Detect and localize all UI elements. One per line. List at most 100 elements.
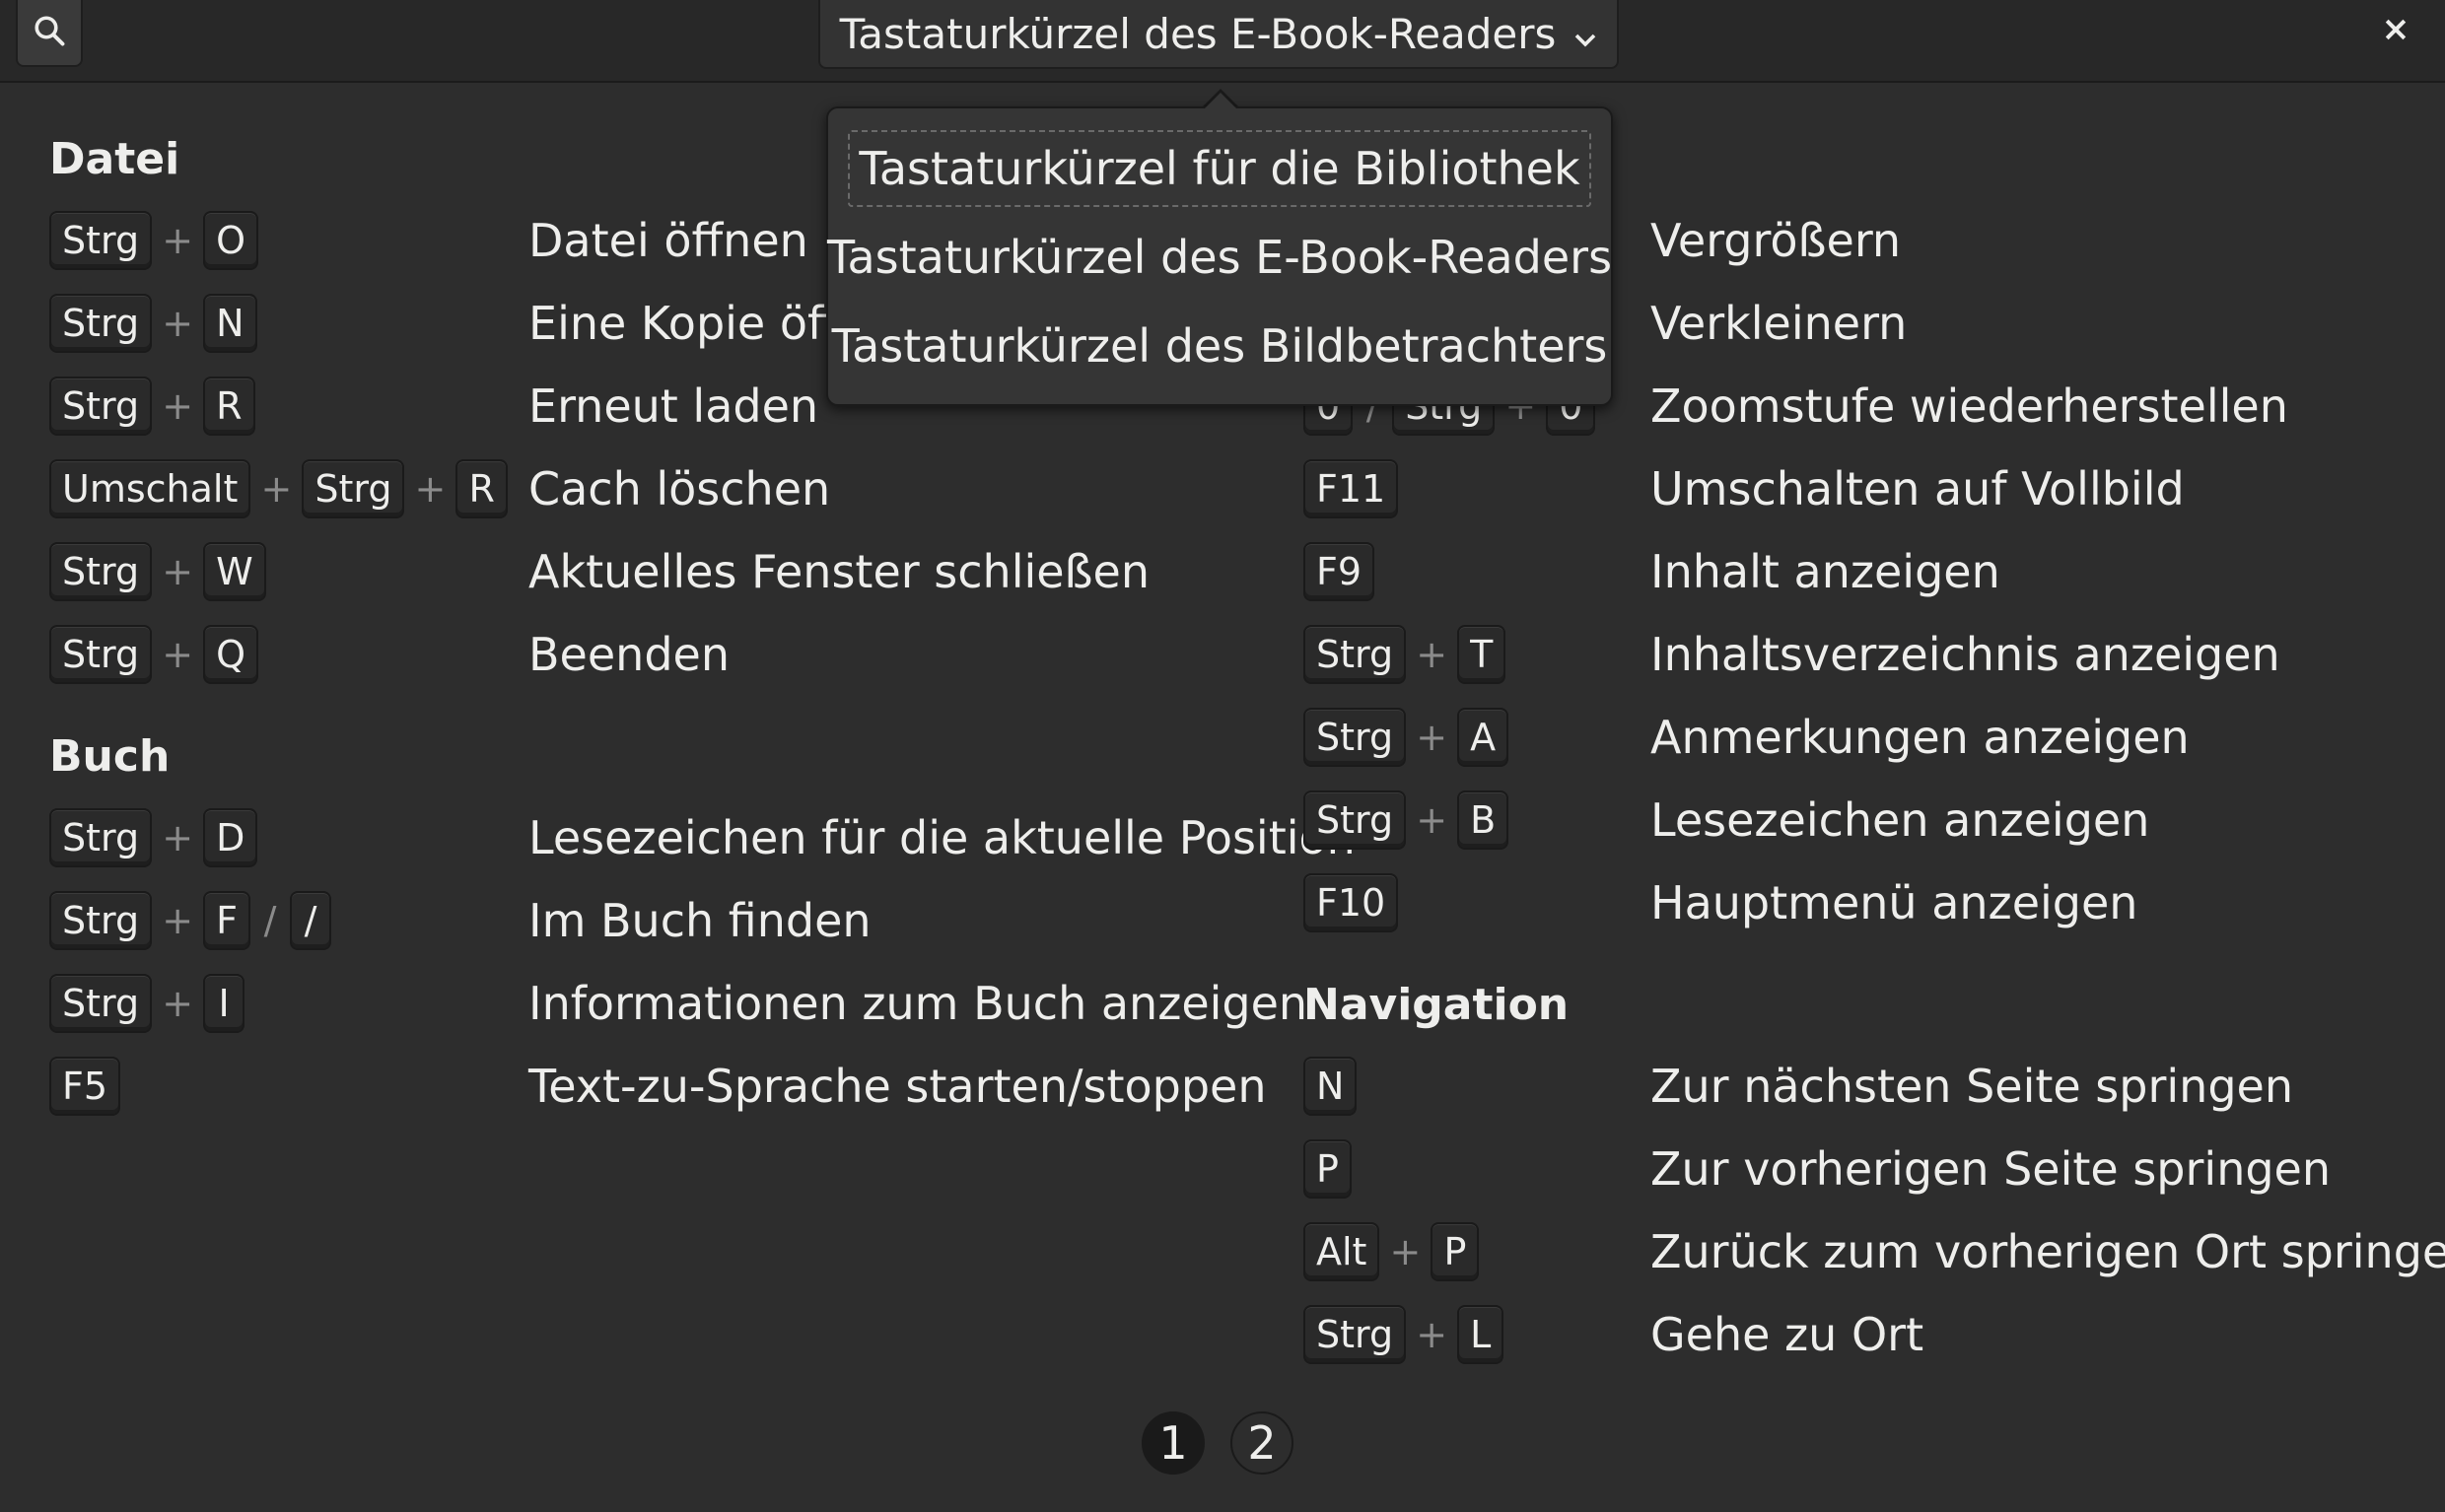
key-cap: Strg — [49, 377, 153, 436]
shortcut-description: Zoomstufe wiederherstellen — [1650, 379, 2288, 433]
plus-separator: + — [1416, 716, 1448, 759]
shortcut-row: Strg + O — [49, 209, 259, 272]
key-cap: Umschalt — [49, 459, 251, 518]
section-title-buch: Buch — [49, 731, 171, 782]
page-2-button[interactable]: 2 — [1230, 1411, 1293, 1475]
shortcut-description: Zur nächsten Seite springen — [1650, 1060, 2293, 1113]
window-title: Tastaturkürzel des E-Book-Readers — [839, 9, 1557, 58]
key-cap: F10 — [1303, 873, 1399, 932]
menu-item-reader-shortcuts[interactable]: Tastaturkürzel des E-Book-Readers — [827, 219, 1612, 296]
header-bar: Tastaturkürzel des E-Book-Readers — [0, 0, 2445, 83]
section-title-datei: Datei — [49, 134, 180, 184]
key-cap: Alt — [1303, 1222, 1380, 1281]
key-cap: F — [203, 891, 250, 950]
key-cap: W — [203, 542, 266, 601]
plus-separator: + — [260, 467, 293, 511]
shortcut-description: Umschalten auf Vollbild — [1650, 462, 2185, 515]
shortcut-row: Strg + L — [1303, 1303, 1504, 1366]
key-cap: L — [1457, 1305, 1504, 1364]
key-cap: Q — [203, 625, 259, 684]
key-cap: Strg — [49, 625, 153, 684]
shortcut-row: Alt + P — [1303, 1220, 1480, 1283]
shortcut-description: Inhalt anzeigen — [1650, 545, 2000, 598]
plus-separator: + — [162, 982, 194, 1025]
shortcut-row: Umschalt + Strg + R — [49, 457, 508, 520]
page-1-button[interactable]: 1 — [1142, 1411, 1205, 1475]
popover-arrow-fill — [1204, 93, 1237, 109]
close-icon — [2385, 19, 2407, 44]
key-cap: Strg — [49, 211, 153, 270]
key-cap: O — [203, 211, 259, 270]
shortcut-row: Strg + N — [49, 292, 257, 355]
plus-separator: + — [1389, 1230, 1422, 1273]
shortcut-row: Strg + D — [49, 806, 258, 869]
key-cap: Strg — [49, 891, 153, 950]
plus-separator: + — [1416, 1313, 1448, 1356]
shortcut-row: Strg + T — [1303, 623, 1506, 686]
shortcut-description: Cach löschen — [528, 462, 831, 515]
shortcut-description: Anmerkungen anzeigen — [1650, 711, 2190, 764]
key-cap: B — [1457, 790, 1509, 850]
key-cap: T — [1457, 625, 1506, 684]
shortcut-description: Lesezeichen anzeigen — [1650, 793, 2150, 847]
key-cap: R — [455, 459, 508, 518]
plus-separator: + — [162, 302, 194, 345]
key-cap: P — [1431, 1222, 1480, 1281]
shortcut-description: Zur vorherigen Seite springen — [1650, 1142, 2331, 1196]
key-cap: F9 — [1303, 542, 1375, 601]
key-cap: Strg — [1303, 790, 1407, 850]
shortcut-row: F11 — [1303, 457, 1399, 520]
key-cap: / — [289, 891, 331, 950]
close-button[interactable] — [2366, 0, 2425, 63]
key-cap: Strg — [1303, 708, 1407, 767]
shortcut-row: Strg + Q — [49, 623, 259, 686]
shortcut-row: Strg + F / / — [49, 889, 331, 952]
plus-separator: + — [162, 633, 194, 676]
shortcut-description: Verkleinern — [1650, 297, 1908, 350]
key-cap: P — [1303, 1139, 1352, 1199]
shortcut-description: Beenden — [528, 628, 730, 681]
menu-item-image-viewer-shortcuts[interactable]: Tastaturkürzel des Bildbetrachters — [832, 308, 1608, 384]
key-cap: Strg — [1303, 1305, 1407, 1364]
shortcut-row: N — [1303, 1055, 1358, 1118]
shortcut-description: Erneut laden — [528, 379, 819, 433]
plus-separator: + — [1416, 633, 1448, 676]
shortcuts-window: Tastaturkürzel des E-Book-Readers Datei … — [0, 0, 2445, 1512]
key-cap: Strg — [49, 294, 153, 353]
chevron-down-icon — [1573, 10, 1597, 58]
key-cap: D — [203, 808, 258, 867]
shortcut-row: P — [1303, 1137, 1352, 1201]
section-switcher-button[interactable]: Tastaturkürzel des E-Book-Readers — [818, 0, 1619, 69]
plus-separator: + — [162, 384, 194, 428]
shortcut-description: Hauptmenü anzeigen — [1650, 876, 2138, 929]
shortcut-row: F5 — [49, 1055, 121, 1118]
shortcut-row: Strg + B — [1303, 789, 1509, 852]
section-popover-menu: Tastaturkürzel für die Bibliothek Tastat… — [826, 106, 1613, 406]
menu-item-library-shortcuts[interactable]: Tastaturkürzel für die Bibliothek — [848, 130, 1591, 207]
key-cap: Strg — [49, 808, 153, 867]
key-cap: I — [203, 974, 245, 1033]
key-cap: Strg — [302, 459, 405, 518]
shortcut-description: Im Buch finden — [528, 894, 872, 947]
shortcut-row: Strg + W — [49, 540, 266, 603]
search-button[interactable] — [16, 0, 83, 67]
shortcut-row: Strg + A — [1303, 706, 1509, 769]
shortcut-description: Text-zu-Sprache starten/stoppen — [528, 1060, 1267, 1113]
shortcut-description: Aktuelles Fenster schließen — [528, 545, 1150, 598]
shortcut-description: Datei öffnen — [528, 214, 808, 267]
plus-separator: + — [162, 219, 194, 262]
search-icon — [32, 13, 67, 52]
shortcut-row: Strg + I — [49, 972, 245, 1035]
plus-separator: + — [414, 467, 447, 511]
plus-separator: + — [162, 816, 194, 859]
key-cap: N — [1303, 1057, 1358, 1116]
slash-separator: / — [263, 899, 277, 942]
key-cap: N — [203, 294, 257, 353]
shortcut-row: F9 — [1303, 540, 1375, 603]
shortcut-row: F10 — [1303, 871, 1399, 934]
key-cap: A — [1457, 708, 1509, 767]
shortcut-description: Gehe zu Ort — [1650, 1308, 1924, 1361]
plus-separator: + — [162, 550, 194, 593]
shortcut-description: Informationen zum Buch anzeigen — [528, 977, 1308, 1030]
shortcut-description: Zurück zum vorherigen Ort springen — [1650, 1225, 2445, 1278]
